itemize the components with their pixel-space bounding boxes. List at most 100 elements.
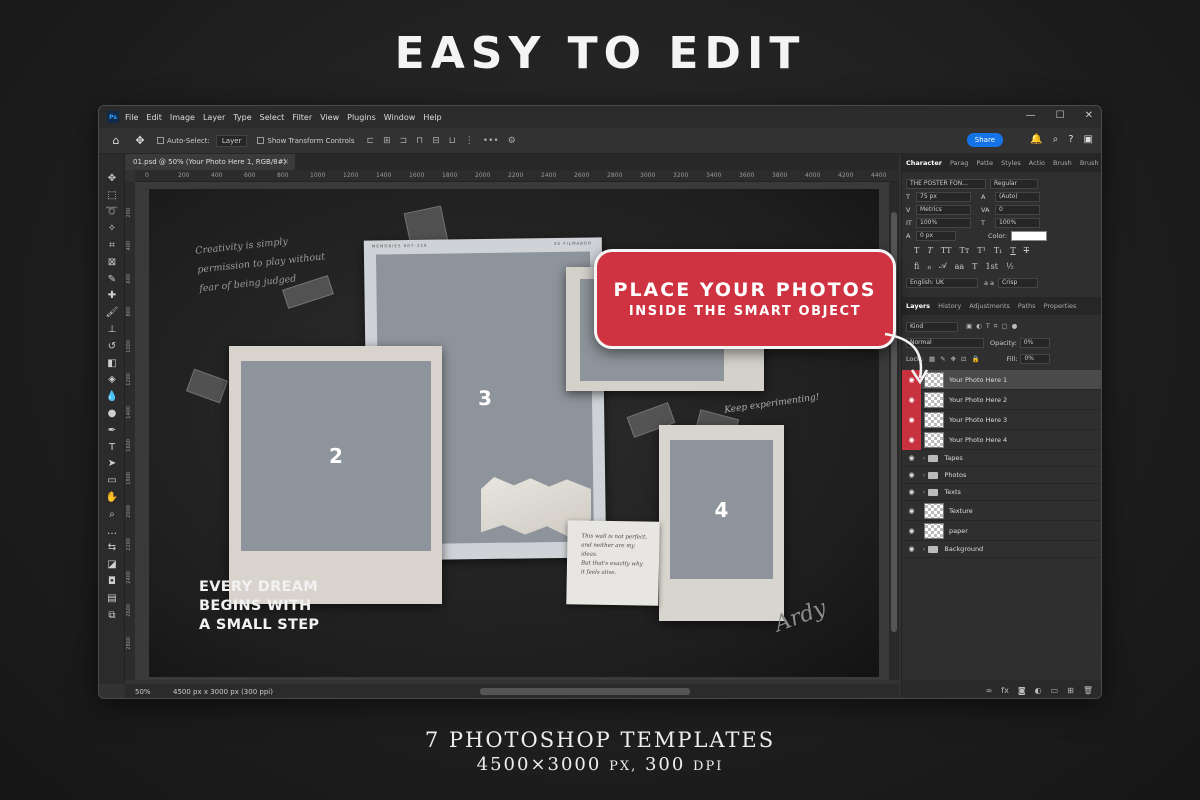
transform-controls-checkbox[interactable]: [257, 137, 265, 144]
tab-character[interactable]: Character: [902, 159, 946, 167]
expand-chevron-icon[interactable]: ›: [923, 455, 925, 462]
expand-chevron-icon[interactable]: ›: [923, 546, 925, 553]
baseline-shift-field[interactable]: 0 px: [916, 230, 956, 241]
bell-icon[interactable]: 🔔: [1030, 134, 1042, 145]
tab-properties[interactable]: Properties: [1040, 302, 1081, 310]
minimize-button[interactable]: —: [1026, 110, 1036, 121]
tab-styles[interactable]: Styles: [997, 159, 1025, 167]
visibility-eye-icon[interactable]: ◉: [902, 521, 921, 541]
document-tab[interactable]: 01.psd @ 50% (Your Photo Here 1, RGB/8#)…: [125, 154, 295, 170]
close-tab-icon[interactable]: ×: [282, 157, 289, 166]
distribute-icon[interactable]: ⋮: [465, 136, 474, 146]
adjustment-layer-icon[interactable]: ◐: [1035, 686, 1042, 695]
new-layer-icon[interactable]: ⊞: [1067, 686, 1074, 695]
menu-type[interactable]: Type: [233, 113, 251, 122]
swash-icon[interactable]: 𝒜: [939, 261, 947, 271]
text-color-swatch[interactable]: [1011, 230, 1048, 241]
marquee-icon[interactable]: ⬚: [99, 187, 125, 204]
zoom-level[interactable]: 50%: [135, 688, 165, 696]
align-bottom-icon[interactable]: ⊔: [449, 136, 456, 146]
small-caps-icon[interactable]: Tт: [960, 246, 970, 255]
layer-mask-icon[interactable]: ◙: [1018, 686, 1026, 695]
horizontal-scale-field[interactable]: 100%: [995, 217, 1040, 228]
align-left-icon[interactable]: ⊏: [367, 136, 375, 146]
link-layers-icon[interactable]: ∞: [986, 686, 993, 695]
maximize-button[interactable]: ☐: [1056, 110, 1065, 121]
menu-file[interactable]: File: [125, 113, 138, 122]
layer-row[interactable]: ◉ › Background: [902, 539, 1101, 559]
font-style-select[interactable]: Regular: [990, 178, 1038, 189]
screen-mode-icon[interactable]: ▤: [99, 590, 125, 607]
vertical-scale-field[interactable]: 100%: [916, 217, 971, 228]
menu-plugins[interactable]: Plugins: [347, 113, 376, 122]
photo-placeholder-4[interactable]: 4: [670, 440, 773, 579]
more-options-button[interactable]: •••: [483, 136, 499, 146]
language-select[interactable]: English: UK: [906, 277, 978, 288]
fill-field[interactable]: 0%: [1020, 353, 1051, 364]
layer-row[interactable]: ◉ Your Photo Here 4: [902, 429, 1101, 450]
subscript-icon[interactable]: T₁: [994, 246, 1003, 255]
zoom-icon[interactable]: ⌕: [99, 506, 125, 523]
type-icon[interactable]: T: [99, 439, 125, 456]
old-style-icon[interactable]: ℴ: [927, 262, 931, 271]
home-icon[interactable]: ⌂: [109, 134, 123, 148]
photo-frame-4[interactable]: 4: [659, 425, 784, 621]
faux-italic-icon[interactable]: T: [927, 246, 932, 255]
workspace-icon[interactable]: ▣: [1084, 134, 1093, 145]
auto-select-dropdown[interactable]: Layer: [215, 134, 248, 147]
lasso-icon[interactable]: ➰: [99, 204, 125, 221]
kerning-field[interactable]: Metrics: [916, 204, 971, 215]
tab-adjustments[interactable]: Adjustments: [965, 302, 1014, 310]
frame-icon[interactable]: ⊠: [99, 254, 125, 271]
expand-chevron-icon[interactable]: ›: [923, 489, 925, 496]
align-right-icon[interactable]: ⊐: [400, 136, 408, 146]
layer-row[interactable]: ◉ › Tapes: [902, 450, 1101, 467]
blur-icon[interactable]: 💧: [99, 388, 125, 405]
layer-row[interactable]: ◉ Your Photo Here 2: [902, 389, 1101, 410]
layer-row[interactable]: ◉ › Photos: [902, 467, 1101, 484]
opacity-field[interactable]: 0%: [1019, 337, 1050, 348]
eraser-icon[interactable]: ◧: [99, 355, 125, 372]
hand-icon[interactable]: ✋: [99, 489, 125, 506]
menu-layer[interactable]: Layer: [203, 113, 225, 122]
pen-icon[interactable]: ✒: [99, 422, 125, 439]
menu-select[interactable]: Select: [260, 113, 285, 122]
share-button[interactable]: Share: [966, 133, 1003, 147]
layer-row[interactable]: ◉ Your Photo Here 3: [902, 409, 1101, 430]
layer-row[interactable]: ◉ Texture: [902, 501, 1101, 521]
align-middle-icon[interactable]: ⊟: [432, 136, 440, 146]
faux-bold-icon[interactable]: T: [914, 246, 919, 255]
search-icon[interactable]: ⌕: [1053, 134, 1059, 145]
horizontal-scroll-thumb[interactable]: [480, 688, 690, 695]
paint-bucket-icon[interactable]: ◈: [99, 372, 125, 389]
move-tool-icon[interactable]: ✥: [133, 134, 147, 148]
quick-mask-icon[interactable]: ◘: [99, 573, 125, 590]
layer-row[interactable]: ◉ paper: [902, 521, 1101, 541]
menu-filter[interactable]: Filter: [292, 113, 312, 122]
delete-layer-icon[interactable]: 🗑: [1083, 686, 1093, 695]
help-icon[interactable]: ?: [1068, 134, 1073, 145]
layer-effects-icon[interactable]: fx: [1001, 686, 1009, 695]
stamp-icon[interactable]: ⊥: [99, 321, 125, 338]
layers-stack-icon[interactable]: ⧉: [99, 607, 125, 624]
ligature-icon[interactable]: fi: [914, 262, 919, 271]
move-icon[interactable]: ✥: [99, 170, 125, 187]
leading-field[interactable]: (Auto): [995, 191, 1040, 202]
tracking-field[interactable]: 0: [995, 204, 1040, 215]
visibility-eye-icon[interactable]: ◉: [902, 539, 921, 559]
color-swatches-icon[interactable]: ◪: [99, 556, 125, 573]
menu-view[interactable]: View: [320, 113, 339, 122]
quick-select-icon[interactable]: ✧: [99, 220, 125, 237]
antialias-select[interactable]: Crisp: [998, 277, 1038, 288]
dodge-icon[interactable]: ●: [99, 405, 125, 422]
tab-paths[interactable]: Paths: [1014, 302, 1040, 310]
menu-image[interactable]: Image: [170, 113, 195, 122]
close-button[interactable]: ✕: [1085, 110, 1093, 121]
underline-icon[interactable]: T: [1010, 246, 1015, 255]
photo-frame-2[interactable]: 2: [229, 346, 442, 604]
font-family-select[interactable]: THE POSTER FON...: [906, 178, 986, 189]
visibility-eye-icon[interactable]: ◉: [902, 501, 921, 521]
tab-history[interactable]: History: [934, 302, 965, 310]
visibility-eye-icon[interactable]: ◉: [902, 389, 921, 410]
tab-layers[interactable]: Layers: [902, 302, 934, 310]
